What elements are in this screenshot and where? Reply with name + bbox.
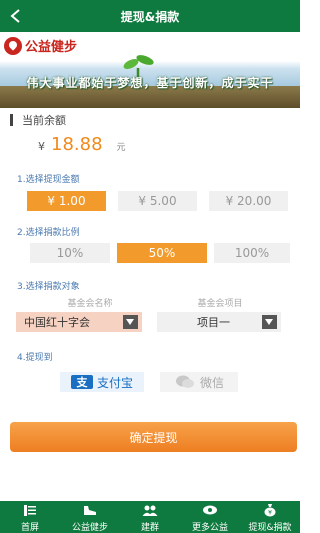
balance-section-header: 当前余额 [10, 112, 66, 128]
amount-option-5[interactable]: ¥ 5.00 [118, 191, 197, 211]
app-logo: 公益健步 [4, 36, 77, 55]
ratio-option-10[interactable]: 10% [30, 243, 110, 263]
chevron-down-icon [123, 315, 138, 329]
step3-label: 3.选择捐款对象 [17, 282, 80, 292]
chevron-down-icon [262, 315, 277, 329]
tab-label: 建群 [140, 523, 159, 533]
page-title: 提现&捐款 [120, 9, 180, 24]
foundation-select-value: 中国红十字会 [24, 316, 90, 329]
top-bar: 提现&捐款 [0, 0, 300, 32]
step4-label: 4.提现到 [17, 353, 53, 363]
confirm-withdraw-button[interactable]: 确定提现 [10, 422, 297, 452]
tab-label: 首屏 [20, 523, 39, 533]
tab-withdraw-donate[interactable]: ¥ 提现&捐款 [240, 501, 300, 533]
book-icon [22, 503, 38, 517]
amount-option-20[interactable]: ¥ 20.00 [209, 191, 288, 211]
wechat-option[interactable]: 微信 [160, 372, 238, 392]
balance-value: 18.88 [51, 134, 103, 155]
heart-logo-icon [4, 36, 22, 55]
tab-group[interactable]: 建群 [120, 501, 180, 533]
project-select[interactable]: 项目一 [157, 312, 281, 332]
back-arrow-icon[interactable] [7, 7, 25, 25]
foundation-project-label: 基金会项目 [197, 299, 243, 309]
foundation-select[interactable]: 中国红十字会 [16, 312, 142, 332]
banner: 公益健步 伟大事业都始于梦想，基于创新，成于实干 [0, 32, 300, 108]
ratio-option-100[interactable]: 100% [214, 243, 290, 263]
alipay-label: 支付宝 [96, 375, 133, 390]
section-bar [10, 114, 13, 126]
logo-text: 公益健步 [25, 40, 78, 55]
bottom-tab-bar: 首屏 公益健步 建群 更多公益 ¥ 提现&捐款 [0, 501, 300, 533]
tab-label: 公益健步 [71, 523, 108, 533]
money-bag-icon: ¥ [262, 503, 278, 517]
wechat-icon [174, 375, 196, 389]
step2-label: 2.选择捐款比例 [17, 228, 80, 238]
tab-label: 更多公益 [191, 523, 228, 533]
svg-text:¥: ¥ [268, 510, 272, 517]
alipay-icon: 支 [70, 375, 93, 389]
tab-home[interactable]: 首屏 [0, 501, 60, 533]
alipay-option[interactable]: 支 支付宝 [60, 372, 144, 392]
ratio-option-50[interactable]: 50% [117, 243, 207, 263]
wechat-label: 微信 [199, 375, 224, 390]
group-icon [142, 503, 158, 517]
shoe-icon [82, 503, 98, 517]
balance-unit: 元 [116, 143, 126, 153]
eye-icon [202, 503, 218, 517]
tab-label: 提现&捐款 [248, 523, 292, 533]
banner-slogan: 伟大事业都始于梦想，基于创新，成于实干 [26, 76, 274, 90]
tab-more-charity[interactable]: 更多公益 [180, 501, 240, 533]
amount-option-1[interactable]: ¥ 1.00 [27, 191, 106, 211]
currency-symbol: ¥ [38, 140, 45, 153]
foundation-name-label: 基金会名称 [67, 299, 113, 309]
step1-label: 1.选择提现金额 [17, 175, 80, 185]
balance-display: ¥ 18.88 元 [38, 134, 126, 155]
tab-walk[interactable]: 公益健步 [60, 501, 120, 533]
project-select-value: 项目一 [197, 316, 230, 329]
balance-section-label: 当前余额 [22, 114, 66, 127]
